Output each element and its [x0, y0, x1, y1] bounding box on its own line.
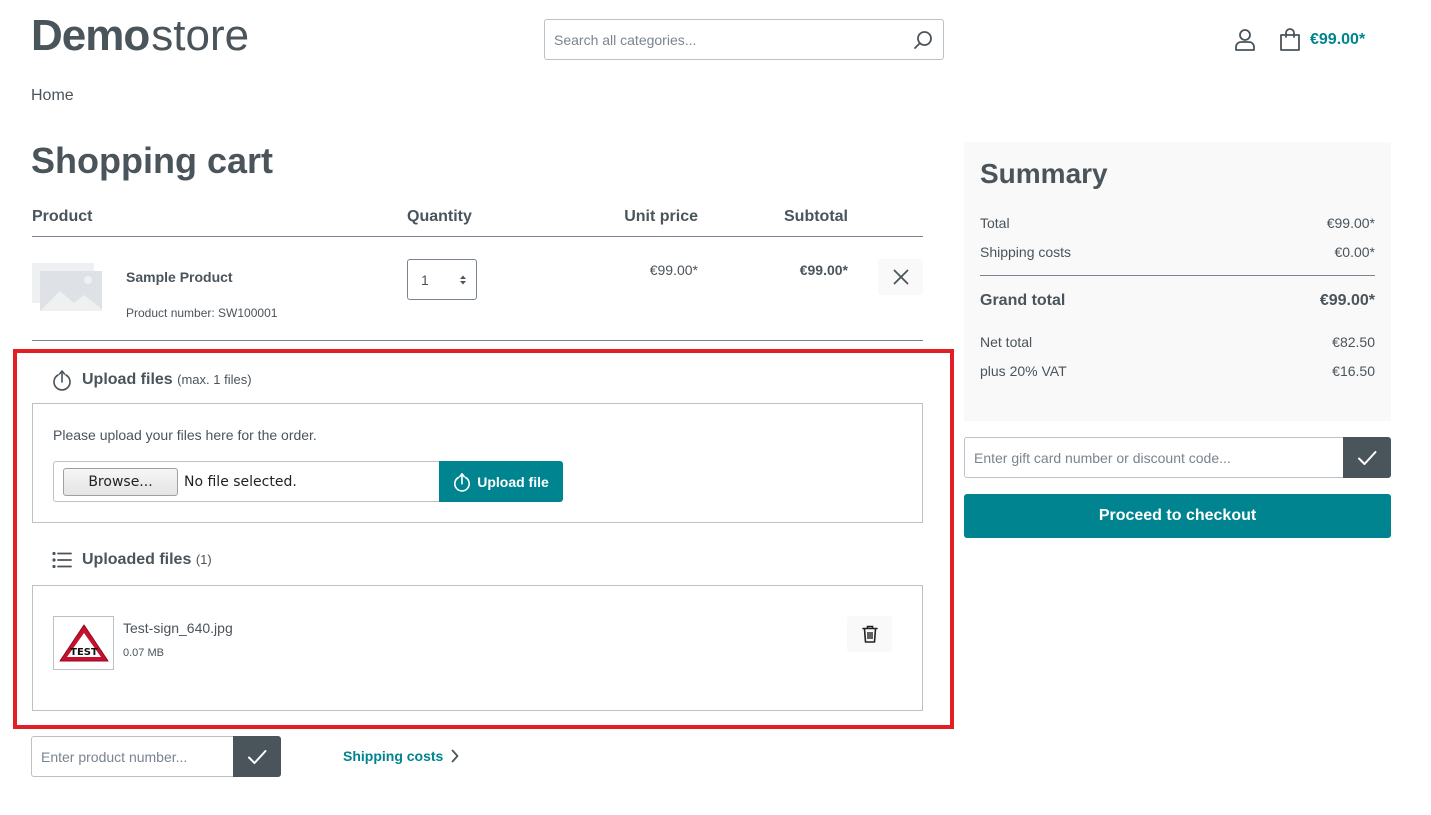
vat-label: plus 20% VAT: [980, 363, 1067, 379]
product-name-link[interactable]: Sample Product: [126, 269, 233, 285]
upload-files-note: (max. 1 files): [177, 372, 252, 387]
shipping-costs-link[interactable]: Shipping costs: [343, 748, 459, 764]
chevron-right-icon: [451, 749, 459, 763]
list-icon: [52, 551, 72, 569]
product-number: Product number: SW100001: [126, 306, 278, 320]
grand-total-value: €99.00*: [1319, 292, 1375, 309]
trash-icon: [861, 625, 878, 643]
summary-title: Summary: [980, 158, 1108, 189]
file-input[interactable]: Browse... No file selected.: [53, 461, 440, 502]
voucher-input[interactable]: [965, 438, 1343, 477]
remove-item-button[interactable]: [878, 259, 923, 295]
column-unit-price: Unit price: [624, 208, 698, 225]
voucher-field: [964, 437, 1344, 478]
column-quantity: Quantity: [407, 208, 472, 225]
test-sign-image: TEST: [59, 624, 108, 662]
upload-files-title-text: Upload files: [82, 371, 173, 388]
summary-grand-row: Grand total €99.00*: [980, 292, 1375, 310]
shipping-value: €0.00*: [1334, 244, 1375, 260]
uploaded-files-title-text: Uploaded files: [82, 551, 192, 568]
shipping-costs-label: Shipping costs: [343, 748, 444, 764]
user-icon: [1235, 29, 1255, 51]
total-value: €99.00*: [1326, 215, 1375, 231]
cart-table-header: Product Quantity Unit price Subtotal: [32, 200, 923, 237]
delete-file-button[interactable]: [847, 616, 892, 652]
shipping-label: Shipping costs: [980, 244, 1072, 260]
search-input[interactable]: [545, 20, 903, 59]
upload-file-label: Upload file: [477, 473, 549, 490]
upload-files-title: Upload files (max. 1 files): [82, 371, 252, 389]
select-arrows-icon: [460, 275, 466, 285]
uploaded-files-box: TEST Test-sign_640.jpg 0.07 MB: [32, 585, 923, 711]
summary-net-row: Net total €82.50: [980, 334, 1375, 350]
logo-light-text: store: [151, 11, 250, 60]
unit-price: €99.00*: [649, 262, 698, 278]
summary-vat-row: plus 20% VAT €16.50: [980, 363, 1375, 379]
summary-total-row: Total €99.00*: [980, 215, 1375, 231]
search-icon: [914, 30, 932, 49]
grand-total-label: Grand total: [980, 292, 1066, 309]
summary-panel: Summary Total €99.00* Shipping costs €0.…: [964, 142, 1391, 421]
net-total-label: Net total: [980, 334, 1033, 350]
total-label: Total: [980, 215, 1010, 231]
upload-file-button[interactable]: Upload file: [439, 461, 563, 502]
uploaded-file-name: Test-sign_640.jpg: [123, 620, 233, 636]
upload-instruction: Please upload your files here for the or…: [53, 427, 317, 443]
column-product: Product: [32, 208, 93, 225]
upload-files-header: Upload files (max. 1 files): [52, 369, 252, 391]
apply-voucher-button[interactable]: [1343, 437, 1391, 478]
upload-icon: [53, 370, 71, 391]
logo-bold-text: Demo: [31, 11, 150, 60]
product-number-field: [31, 736, 234, 777]
cart-total: €99.00*: [1310, 31, 1366, 48]
summary-shipping-row: Shipping costs €0.00*: [980, 244, 1375, 260]
proceed-to-checkout-button[interactable]: Proceed to checkout: [964, 494, 1391, 538]
file-thumbnail[interactable]: TEST: [53, 616, 114, 670]
net-total-value: €82.50: [1332, 334, 1375, 350]
shopping-bag-icon: [1280, 28, 1300, 51]
thumb-text: TEST: [70, 647, 98, 658]
checkmark-icon: [1358, 450, 1377, 465]
uploaded-files-header: Uploaded files (1): [52, 551, 212, 569]
product-number-input[interactable]: [32, 737, 233, 776]
vat-value: €16.50: [1332, 363, 1375, 379]
cart-button[interactable]: €99.00*: [1278, 22, 1365, 58]
search-bar: [544, 19, 944, 60]
quantity-select[interactable]: 1: [407, 259, 477, 300]
search-button[interactable]: [903, 20, 943, 59]
uploaded-files-title: Uploaded files (1): [82, 551, 212, 569]
column-subtotal: Subtotal: [784, 208, 848, 225]
summary-divider: [980, 275, 1375, 276]
quantity-value: 1: [421, 271, 429, 288]
cart-item-row: Sample Product Product number: SW100001 …: [32, 237, 923, 341]
uploaded-file-size: 0.07 MB: [123, 647, 164, 659]
uploaded-files-count: (1): [195, 552, 212, 567]
add-product-button[interactable]: [233, 736, 281, 777]
checkmark-icon: [248, 749, 267, 764]
close-icon: [893, 269, 908, 285]
upload-box: Please upload your files here for the or…: [32, 403, 923, 523]
breadcrumb-home[interactable]: Home: [31, 87, 74, 105]
item-subtotal: €99.00*: [799, 262, 848, 278]
store-logo[interactable]: Demo store: [31, 14, 249, 58]
page-title: Shopping cart: [31, 140, 273, 181]
upload-icon: [454, 472, 471, 492]
browse-button[interactable]: Browse...: [63, 467, 178, 496]
product-placeholder-image[interactable]: [32, 263, 102, 311]
file-status: No file selected.: [184, 473, 297, 490]
account-button[interactable]: [1230, 24, 1260, 56]
